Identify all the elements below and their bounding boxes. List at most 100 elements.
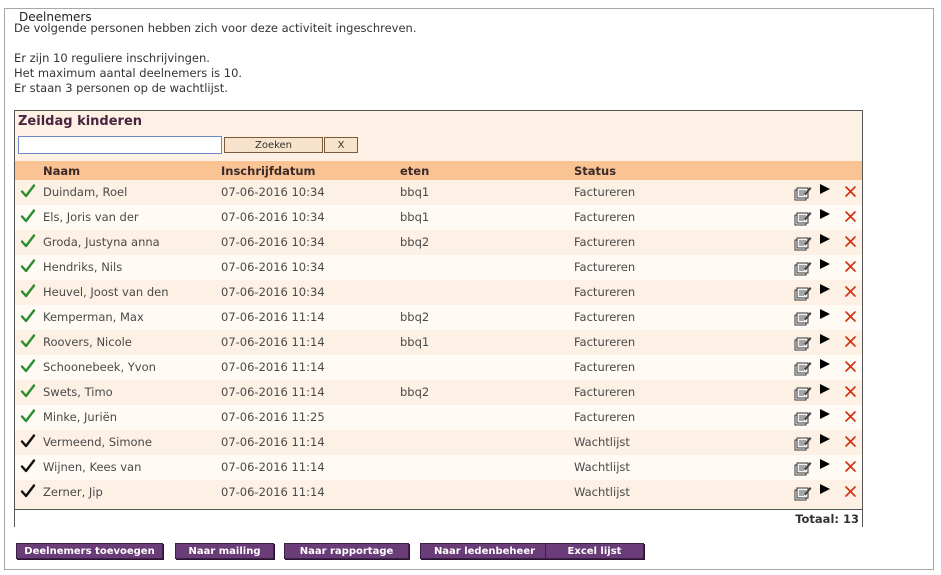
table-row: Zerner, Jip 07-06-2016 11:14 Wachtlijst xyxy=(15,480,862,505)
play-icon[interactable] xyxy=(819,258,831,270)
table-footer: Totaal: 13 xyxy=(15,509,862,528)
registration-date: 07-06-2016 10:34 xyxy=(221,260,325,274)
edit-icon[interactable] xyxy=(794,210,812,226)
search-input[interactable] xyxy=(18,136,222,154)
delete-icon[interactable] xyxy=(844,235,857,248)
delete-icon[interactable] xyxy=(844,385,857,398)
participant-status: Factureren xyxy=(574,310,636,324)
play-icon[interactable] xyxy=(819,233,831,245)
participant-name: Groda, Justyna anna xyxy=(43,235,160,249)
column-header-status[interactable]: Status xyxy=(574,164,616,178)
participant-name: Duindam, Roel xyxy=(43,185,128,199)
participant-name: Zerner, Jip xyxy=(43,485,103,499)
add-participants-button[interactable]: Deelnemers toevoegen xyxy=(16,543,163,559)
food-choice: bbq2 xyxy=(400,235,430,249)
participant-name: Heuvel, Joost van den xyxy=(43,285,169,299)
play-icon[interactable] xyxy=(819,358,831,370)
search-button[interactable]: Zoeken xyxy=(224,137,323,153)
registration-date: 07-06-2016 10:34 xyxy=(221,210,325,224)
excel-list-button[interactable]: Excel lijst xyxy=(545,543,644,559)
delete-icon[interactable] xyxy=(844,410,857,423)
table-row: Heuvel, Joost van den 07-06-2016 10:34 Fac… xyxy=(15,280,862,305)
delete-icon[interactable] xyxy=(844,260,857,273)
participant-name: Minke, Juriën xyxy=(43,410,118,424)
edit-icon[interactable] xyxy=(794,385,812,401)
participant-status: Factureren xyxy=(574,210,636,224)
play-icon[interactable] xyxy=(819,408,831,420)
clear-search-button[interactable]: X xyxy=(324,137,358,153)
delete-icon[interactable] xyxy=(844,285,857,298)
edit-icon[interactable] xyxy=(794,285,812,301)
edit-icon[interactable] xyxy=(794,185,812,201)
participant-name: Els, Joris van der xyxy=(43,210,139,224)
check-icon xyxy=(20,358,36,374)
participant-status: Factureren xyxy=(574,385,636,399)
check-icon xyxy=(20,483,36,499)
play-icon[interactable] xyxy=(819,183,831,195)
stat-waitlist: Er staan 3 personen op de wachtlijst. xyxy=(14,81,228,95)
table-row: Minke, Juriën 07-06-2016 11:25 Factureren xyxy=(15,405,862,430)
registration-date: 07-06-2016 11:14 xyxy=(221,385,325,399)
to-report-button[interactable]: Naar rapportage xyxy=(284,543,409,559)
delete-icon[interactable] xyxy=(844,335,857,348)
edit-icon[interactable] xyxy=(794,410,812,426)
delete-icon[interactable] xyxy=(844,210,857,223)
delete-icon[interactable] xyxy=(844,310,857,323)
edit-icon[interactable] xyxy=(794,335,812,351)
column-header-food[interactable]: eten xyxy=(400,164,429,178)
delete-icon[interactable] xyxy=(844,360,857,373)
play-icon[interactable] xyxy=(819,458,831,470)
play-icon[interactable] xyxy=(819,333,831,345)
edit-icon[interactable] xyxy=(794,460,812,476)
to-mailing-button[interactable]: Naar mailing xyxy=(175,543,274,559)
participants-list: Duindam, Roel 07-06-2016 10:34 bbq1 Facture… xyxy=(15,180,862,505)
registration-date: 07-06-2016 11:14 xyxy=(221,310,325,324)
play-icon[interactable] xyxy=(819,483,831,495)
column-header-name[interactable]: Naam xyxy=(43,164,80,178)
registration-date: 07-06-2016 11:14 xyxy=(221,485,325,499)
participant-status: Factureren xyxy=(574,360,636,374)
check-icon xyxy=(20,433,36,449)
registration-date: 07-06-2016 11:14 xyxy=(221,435,325,449)
play-icon[interactable] xyxy=(819,308,831,320)
table-row: Schoonebeek, Yvon 07-06-2016 11:14 Facture… xyxy=(15,355,862,380)
play-icon[interactable] xyxy=(819,283,831,295)
participant-status: Wachtlijst xyxy=(574,435,630,449)
check-icon xyxy=(20,283,36,299)
edit-icon[interactable] xyxy=(794,435,812,451)
table-row: Kemperman, Max 07-06-2016 11:14 bbq2 Factur… xyxy=(15,305,862,330)
play-icon[interactable] xyxy=(819,208,831,220)
edit-icon[interactable] xyxy=(794,260,812,276)
participant-status: Factureren xyxy=(574,285,636,299)
participant-status: Wachtlijst xyxy=(574,485,630,499)
table-row: Duindam, Roel 07-06-2016 10:34 bbq1 Facture… xyxy=(15,180,862,205)
column-header-date[interactable]: Inschrijfdatum xyxy=(221,164,316,178)
participant-status: Factureren xyxy=(574,235,636,249)
check-icon xyxy=(20,258,36,274)
registration-date: 07-06-2016 11:14 xyxy=(221,360,325,374)
check-icon xyxy=(20,408,36,424)
delete-icon[interactable] xyxy=(844,185,857,198)
delete-icon[interactable] xyxy=(844,460,857,473)
play-icon[interactable] xyxy=(819,383,831,395)
participant-status: Factureren xyxy=(574,260,636,274)
to-member-management-button[interactable]: Naar ledenbeheer xyxy=(420,543,549,559)
registration-date: 07-06-2016 11:25 xyxy=(221,410,325,424)
participant-status: Factureren xyxy=(574,185,636,199)
edit-icon[interactable] xyxy=(794,360,812,376)
activity-title: Zeildag kinderen xyxy=(18,114,143,129)
intro-line: De volgende personen hebben zich voor de… xyxy=(14,21,417,35)
participant-name: Swets, Timo xyxy=(43,385,113,399)
play-icon[interactable] xyxy=(819,433,831,445)
delete-icon[interactable] xyxy=(844,485,857,498)
table-row: Swets, Timo 07-06-2016 11:14 bbq2 Facturere… xyxy=(15,380,862,405)
registration-date: 07-06-2016 10:34 xyxy=(221,235,325,249)
table-row: Roovers, Nicole 07-06-2016 11:14 bbq1 Factu… xyxy=(15,330,862,355)
delete-icon[interactable] xyxy=(844,435,857,448)
edit-icon[interactable] xyxy=(794,310,812,326)
participant-name: Kemperman, Max xyxy=(43,310,144,324)
edit-icon[interactable] xyxy=(794,235,812,251)
edit-icon[interactable] xyxy=(794,485,812,501)
check-icon xyxy=(20,183,36,199)
participant-name: Roovers, Nicole xyxy=(43,335,132,349)
